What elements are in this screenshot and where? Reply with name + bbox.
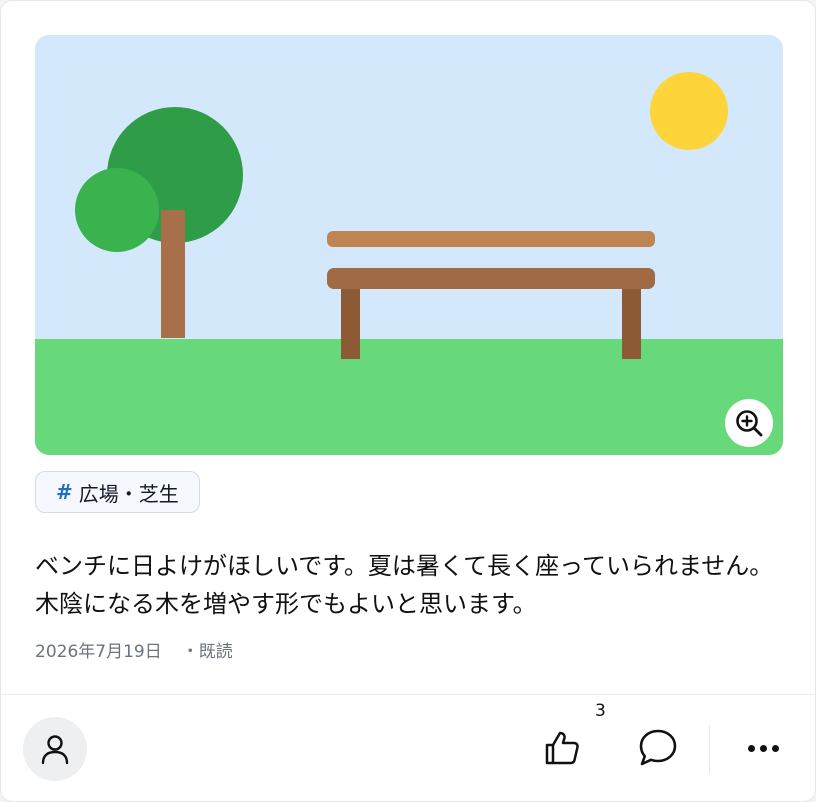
post-body: ベンチに日よけがほしいです。夏は暑くて長く座っていられません。木陰になる木を増や… [35, 552, 774, 618]
tag-label: 広場・芝生 [78, 481, 179, 506]
zoom-in-icon [736, 410, 763, 437]
tree-crown-small [75, 168, 159, 252]
action-separator [709, 725, 710, 773]
more-horizontal-icon [747, 744, 755, 752]
tag-chip[interactable]: # 広場・芝生 [35, 471, 200, 513]
like-button[interactable] [537, 723, 587, 773]
like-count: 3 [591, 701, 610, 721]
bench-seat [327, 268, 655, 289]
hashtag-icon: # [56, 480, 73, 504]
bench-leg-right [622, 289, 641, 359]
more-horizontal-icon [759, 744, 767, 752]
post-meta: 2026年7月19日 ・既読 [35, 637, 233, 662]
bench-backrest [327, 231, 655, 247]
post-date: 2026年7月19日 [35, 642, 162, 662]
tree-trunk [161, 210, 185, 338]
more-horizontal-icon [771, 744, 779, 752]
read-status: ・既読 [181, 642, 233, 662]
bench-leg-left [341, 289, 360, 359]
user-icon [41, 735, 69, 765]
sun [650, 72, 728, 150]
comment-icon [639, 729, 677, 766]
post-card: # 広場・芝生 ベンチに日よけがほしいです。夏は暑くて長く座っていられません。木… [0, 0, 816, 802]
park-bench-illustration [35, 35, 783, 455]
divider [1, 694, 815, 695]
comment-button[interactable] [633, 723, 683, 773]
grass [35, 339, 783, 455]
post-image[interactable] [35, 35, 783, 455]
zoom-button[interactable] [725, 399, 773, 447]
avatar[interactable] [23, 717, 87, 781]
more-options-button[interactable] [737, 723, 789, 773]
thumbs-up-icon [545, 731, 579, 765]
